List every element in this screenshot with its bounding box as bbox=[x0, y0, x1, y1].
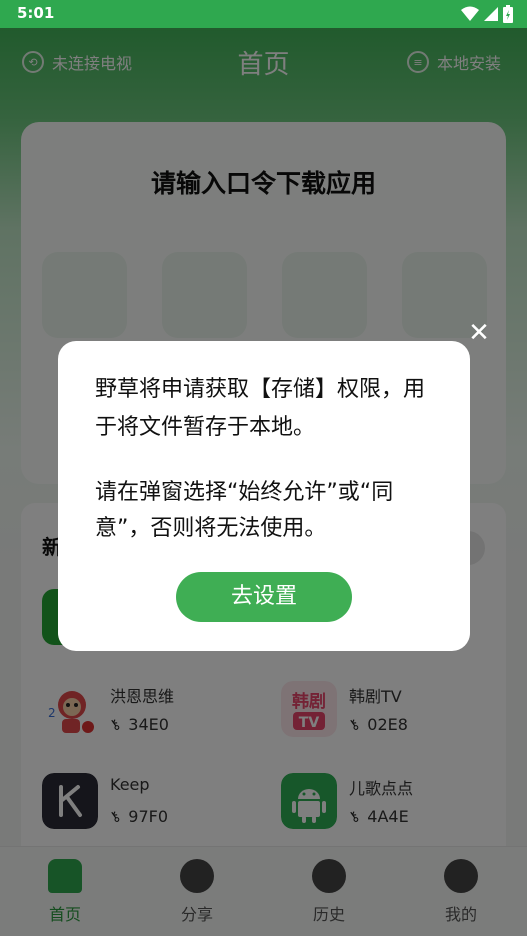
status-icons bbox=[461, 5, 513, 23]
dialog-text-permission: 野草将申请获取【存储】权限，用于将文件暂存于本地。 bbox=[95, 377, 426, 440]
go-settings-button[interactable]: 去设置 bbox=[176, 572, 352, 622]
close-icon[interactable]: ✕ bbox=[466, 320, 492, 346]
dialog-text-instruction: 请在弹窗选择“始终允许”或“同意”，否则将无法使用。 bbox=[95, 480, 394, 541]
wifi-icon bbox=[461, 6, 479, 21]
status-bar: 5:01 bbox=[0, 0, 527, 28]
battery-icon bbox=[503, 5, 513, 23]
signal-icon bbox=[484, 7, 498, 21]
permission-dialog: 野草将申请获取【存储】权限，用于将文件暂存于本地。 请在弹窗选择“始终允许”或“… bbox=[58, 341, 470, 651]
status-time: 5:01 bbox=[17, 4, 55, 22]
